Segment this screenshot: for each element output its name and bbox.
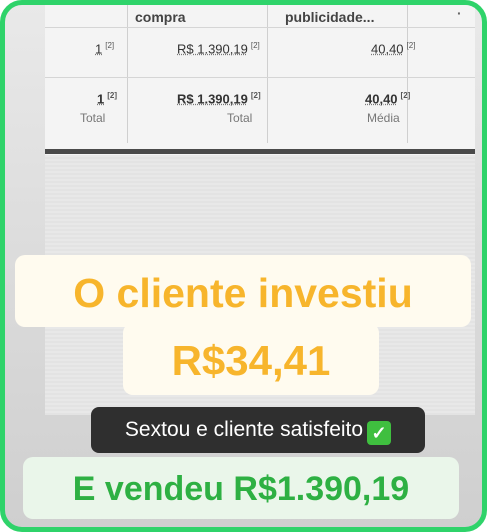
caption-satisfied-text: Sextou e cliente satisfeito	[124, 418, 364, 441]
row1-ad-value: 40,40 [2]	[371, 41, 416, 57]
row-divider	[45, 27, 475, 28]
row1-purchase-value: R$ 1.390,19 [2]	[177, 41, 260, 57]
check-mark-icon: ✓	[367, 421, 392, 445]
row1-count: 1 [2]	[95, 41, 115, 57]
column-header-compra: compra	[135, 9, 186, 25]
total-label: Total	[80, 111, 106, 125]
divider-bar	[45, 149, 475, 154]
total-label: Total	[227, 111, 253, 125]
average-ad-value: 40,40 [2]	[365, 91, 411, 107]
row-divider	[45, 77, 475, 78]
column-header-publicidade: publicidade...	[285, 9, 375, 25]
story-frame: compra publicidade... · 1 [2] R$ 1.390,19…	[0, 0, 487, 532]
column-header-dot: ·	[457, 5, 462, 21]
total-purchase-value: R$ 1.390,19 [2]	[177, 91, 261, 107]
caption-sold: E vendeu R$1.390,19	[23, 457, 459, 519]
average-label: Média	[367, 111, 400, 125]
caption-invested: O cliente investiu	[15, 255, 471, 327]
caption-invested-amount: R$34,41	[123, 323, 379, 395]
column-4	[407, 5, 475, 143]
spreadsheet-photo: compra publicidade... · 1 [2] R$ 1.390,19…	[45, 5, 475, 155]
total-count: 1 [2]	[97, 91, 118, 107]
caption-satisfied: Sextou e cliente satisfeito ✓	[91, 407, 425, 453]
